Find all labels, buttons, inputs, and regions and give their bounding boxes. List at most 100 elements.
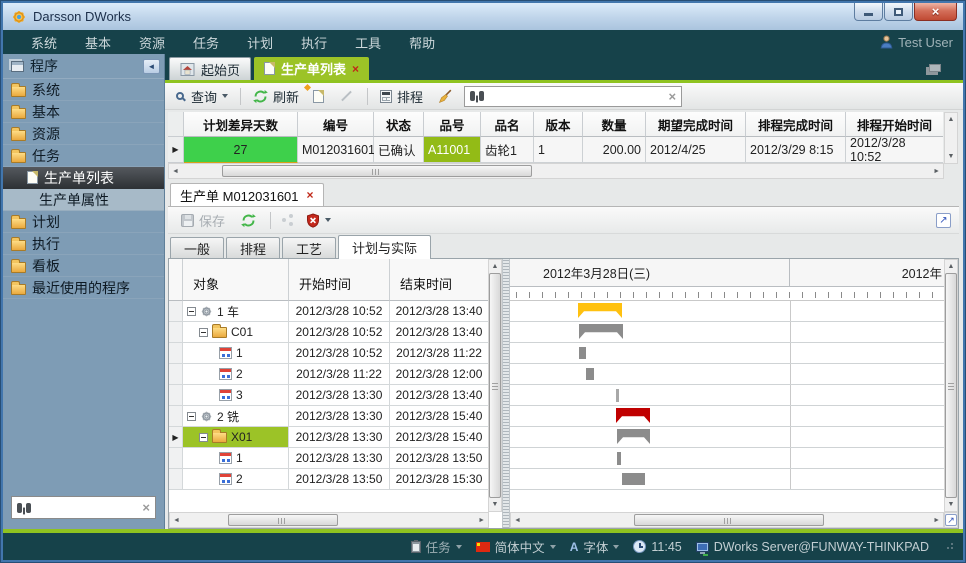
popout-icon[interactable]: ↗ (945, 514, 957, 526)
sidebar-item[interactable]: 最近使用的程序 (3, 277, 164, 299)
sidebar-item[interactable]: 生产单属性 (3, 189, 164, 211)
menu-item[interactable]: 计划 (233, 30, 287, 55)
sidebar-item[interactable]: 系统 (3, 79, 164, 101)
clean-button[interactable] (432, 87, 457, 106)
tree-row[interactable]: 2 2012/3/28 13:50 2012/3/28 15:30 (169, 469, 502, 490)
sidebar-item[interactable]: 执行 (3, 233, 164, 255)
col-header[interactable]: 品名 (481, 112, 534, 137)
sidebar-item[interactable]: 基本 (3, 101, 164, 123)
scroll-thumb[interactable] (489, 273, 501, 498)
grid-vscrollbar[interactable]: ▲ ▼ (944, 112, 958, 164)
tree-row[interactable]: 1 车 2012/3/28 10:52 2012/3/28 13:40 (169, 301, 502, 322)
flow-icon[interactable] (282, 218, 286, 222)
sidebar-collapse-button[interactable]: ◄ (143, 59, 160, 74)
scroll-up-icon[interactable]: ▲ (945, 114, 958, 125)
window-list-icon[interactable] (929, 64, 941, 72)
scroll-left-icon[interactable]: ◄ (511, 515, 524, 526)
sidebar-item[interactable]: 生产单列表 (3, 167, 164, 189)
tree-hscrollbar[interactable]: ◄ ► (169, 512, 489, 528)
menu-item[interactable]: 基本 (71, 30, 125, 55)
gantt-bar[interactable] (617, 452, 621, 465)
language-menu[interactable]: 简体中文 (476, 537, 556, 556)
tree-col-start[interactable]: 开始时间 (289, 259, 390, 301)
gantt-bar[interactable] (586, 368, 594, 380)
task-menu[interactable]: 任务 (411, 537, 462, 556)
detail-subtab[interactable]: 计划与实际 (338, 235, 431, 259)
tree-row[interactable]: 2 铣 2012/3/28 13:30 2012/3/28 15:40 (169, 406, 502, 427)
col-header[interactable]: 版本 (534, 112, 583, 137)
sidebar-item[interactable]: 任务 (3, 145, 164, 167)
menu-item[interactable]: 执行 (287, 30, 341, 55)
grid-row[interactable]: ▶ 27 M012031601 已确认 A11001 齿轮1 1 200.00 … (168, 137, 944, 163)
menu-item[interactable]: 帮助 (395, 30, 449, 55)
collapse-expander-icon[interactable] (187, 307, 196, 316)
gantt-hscrollbar[interactable]: ◄ ► (510, 512, 944, 528)
scroll-thumb[interactable] (945, 273, 957, 498)
col-header[interactable]: 期望完成时间 (646, 112, 746, 137)
query-button[interactable]: 查询 (171, 85, 233, 108)
sidebar-item[interactable]: 计划 (3, 211, 164, 233)
detail-subtab[interactable]: 排程 (226, 237, 280, 258)
col-header[interactable]: 品号 (424, 112, 481, 137)
menu-item[interactable]: 系统 (17, 30, 71, 55)
scroll-down-icon[interactable]: ▼ (489, 499, 502, 510)
restore-button[interactable] (884, 3, 913, 21)
collapse-expander-icon[interactable] (187, 412, 196, 421)
pane-splitter[interactable] (503, 259, 510, 528)
gantt-bar[interactable] (578, 303, 622, 318)
scroll-up-icon[interactable]: ▲ (945, 261, 958, 272)
edit-button[interactable] (333, 93, 360, 99)
scroll-right-icon[interactable]: ► (930, 166, 943, 177)
scroll-left-icon[interactable]: ◄ (170, 515, 183, 526)
gantt-bar[interactable] (616, 408, 650, 423)
menu-item[interactable]: 资源 (125, 30, 179, 55)
tree-row[interactable]: ▶ X01 2012/3/28 13:30 2012/3/28 15:40 (169, 427, 502, 448)
detail-subtab[interactable]: 一般 (170, 237, 224, 258)
filter-search-input[interactable]: × (464, 86, 682, 107)
gantt-bar[interactable] (579, 347, 586, 359)
col-header[interactable]: 计划差异天数 (184, 112, 298, 137)
scroll-down-icon[interactable]: ▼ (945, 499, 958, 510)
col-header[interactable]: 状态 (374, 112, 424, 137)
clear-filter-icon[interactable]: × (668, 89, 676, 104)
scroll-thumb[interactable] (222, 165, 532, 177)
menu-item[interactable]: 任务 (179, 30, 233, 55)
tab-home[interactable]: 起始页 (169, 57, 251, 80)
col-header[interactable]: 数量 (583, 112, 646, 137)
col-header[interactable]: 排程开始时间 (846, 112, 943, 137)
tree-col-object[interactable]: 对象 (183, 259, 289, 301)
detail-tab[interactable]: 生产单 M012031601 × (170, 183, 324, 206)
save-button[interactable]: 保存 (176, 209, 230, 232)
tree-row[interactable]: 3 2012/3/28 13:30 2012/3/28 13:40 (169, 385, 502, 406)
detail-refresh-button[interactable] (236, 211, 261, 230)
detail-subtab[interactable]: 工艺 (282, 237, 336, 258)
grid-hscrollbar[interactable]: ◄ ► (168, 163, 944, 179)
gantt-vscrollbar[interactable]: ▲ ▼ (944, 259, 958, 512)
sidebar-search[interactable]: × (11, 496, 156, 519)
detail-tab-close-icon[interactable]: × (307, 188, 314, 202)
sidebar-item[interactable]: 看板 (3, 255, 164, 277)
new-button[interactable] (308, 88, 329, 105)
resize-grip-icon[interactable] (945, 543, 953, 551)
clear-search-icon[interactable]: × (142, 500, 150, 515)
scroll-right-icon[interactable]: ► (930, 515, 943, 526)
gantt-bar[interactable] (616, 389, 619, 402)
tab-production-list[interactable]: 生产单列表 × (254, 57, 369, 80)
tree-col-end[interactable]: 结束时间 (390, 259, 489, 301)
tree-row[interactable]: C01 2012/3/28 10:52 2012/3/28 13:40 (169, 322, 502, 343)
collapse-expander-icon[interactable] (199, 328, 208, 337)
scroll-right-icon[interactable]: ► (475, 515, 488, 526)
gantt-bar[interactable] (622, 473, 645, 485)
sidebar-item[interactable]: 资源 (3, 123, 164, 145)
collapse-expander-icon[interactable] (199, 433, 208, 442)
scroll-up-icon[interactable]: ▲ (489, 261, 502, 272)
scroll-left-icon[interactable]: ◄ (169, 166, 182, 177)
minimize-button[interactable] (854, 3, 883, 21)
tree-row[interactable]: 1 2012/3/28 10:52 2012/3/28 11:22 (169, 343, 502, 364)
scroll-down-icon[interactable]: ▼ (945, 151, 958, 162)
tab-close-icon[interactable]: × (352, 62, 359, 76)
popout-icon[interactable]: ↗ (936, 213, 951, 228)
close-button[interactable]: × (914, 3, 957, 21)
gantt-bar[interactable] (579, 324, 623, 339)
refresh-button[interactable]: 刷新 (248, 85, 304, 108)
